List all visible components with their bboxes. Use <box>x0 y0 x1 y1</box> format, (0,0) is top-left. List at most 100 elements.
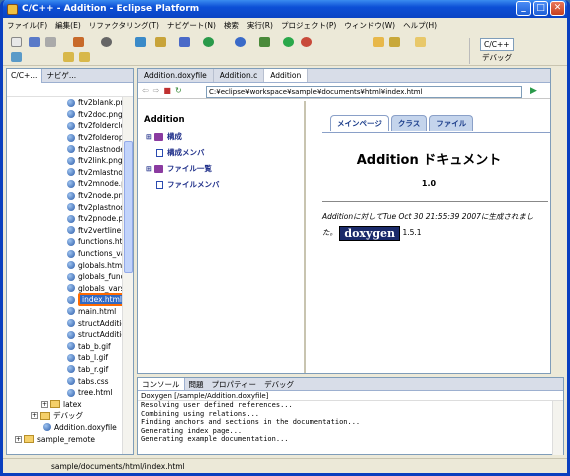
open-folder-icon[interactable] <box>373 37 384 47</box>
pencil-icon[interactable] <box>389 37 400 47</box>
tab-navigator[interactable]: ナビゲ... <box>42 69 80 83</box>
tree-item[interactable]: functions_vars.html <box>7 248 122 260</box>
print-icon[interactable] <box>45 37 56 47</box>
menu-item[interactable]: ヘルプ(H) <box>403 20 437 31</box>
tab-properties[interactable]: プロパティー <box>208 378 261 390</box>
book-icon <box>153 164 163 173</box>
tree-item[interactable]: globals_func.html <box>7 271 122 283</box>
external-tools-icon[interactable] <box>301 37 312 47</box>
tab-cpp-projects[interactable]: C/C+... <box>7 68 43 83</box>
url-field[interactable]: C:¥eclipse¥workspace¥sample¥documents¥ht… <box>206 86 522 98</box>
tree-item[interactable]: Addition.doxyfile <box>7 422 122 434</box>
tree-item[interactable]: ftv2pnode.png <box>7 213 122 225</box>
nav-item-file-members[interactable]: ファイルメンバ <box>156 179 220 190</box>
menu-item[interactable]: ファイル(F) <box>7 20 47 31</box>
tab-addition-doxyfile[interactable]: Addition.doxyfile <box>138 69 214 82</box>
build-icon[interactable] <box>73 37 84 47</box>
save-icon[interactable] <box>29 37 40 47</box>
new-header-icon[interactable] <box>179 37 190 47</box>
status-bar: sample/documents/html/index.html <box>3 458 567 473</box>
tree-item[interactable]: ftv2lastnode.png <box>7 143 122 155</box>
tree-item[interactable]: ftv2vertline.png <box>7 225 122 237</box>
file-icon <box>67 307 75 316</box>
new-source-icon[interactable] <box>155 37 166 47</box>
console-scrollbar[interactable] <box>552 401 563 455</box>
doc-tab-main[interactable]: メインページ <box>330 115 389 131</box>
close-button[interactable]: ✕ <box>550 1 565 16</box>
nav-item-file-list[interactable]: ⊞ ファイル一覧 <box>146 163 212 174</box>
tree-item[interactable]: + デバッグ <box>7 410 122 422</box>
open-file-icon[interactable] <box>415 37 426 47</box>
run-icon[interactable] <box>283 37 294 47</box>
forward-arrow-icon[interactable]: ⇨ <box>153 86 160 95</box>
menu-item[interactable]: 検索 <box>224 20 239 31</box>
tree-item[interactable]: ftv2mnode.png <box>7 178 122 190</box>
title-bar[interactable]: C/C++ - Addition - Eclipse Platform _ □ … <box>3 0 567 18</box>
back-arrow-icon[interactable]: ⇦ <box>142 86 149 95</box>
tree-item[interactable]: functions.html <box>7 236 122 248</box>
tree-item[interactable]: ftv2mlastnode.png <box>7 167 122 179</box>
tree-item[interactable]: main.html <box>7 306 122 318</box>
tree-item[interactable]: ftv2doc.png <box>7 109 122 121</box>
tree-item[interactable]: + latex <box>7 398 122 410</box>
tree-item[interactable]: tree.html <box>7 387 122 399</box>
refresh-icon[interactable] <box>203 37 214 47</box>
tree-item[interactable]: ftv2blank.png <box>7 97 122 109</box>
tab-addition-c[interactable]: Addition.c <box>214 69 265 82</box>
tree-item[interactable]: structAddition.html <box>7 317 122 329</box>
new-icon[interactable] <box>11 37 22 47</box>
tree-item[interactable]: ftv2plastnode.png <box>7 201 122 213</box>
reload-icon[interactable]: ↻ <box>175 86 182 95</box>
menu-item[interactable]: 実行(R) <box>247 20 273 31</box>
menu-item[interactable]: プロジェクト(P) <box>281 20 336 31</box>
explorer-scroll-thumb[interactable] <box>124 141 133 273</box>
expand-icon[interactable]: + <box>15 435 22 443</box>
expand-icon[interactable]: + <box>31 412 38 420</box>
tree-item[interactable]: + sample_remote <box>7 433 122 445</box>
settings-icon[interactable] <box>101 37 112 47</box>
tree-item[interactable]: ftv2folderclosed.png <box>7 120 122 132</box>
tree-item-label: ftv2mlastnode.png <box>78 167 122 177</box>
menu-item[interactable]: ナビゲート(N) <box>167 20 216 31</box>
minimize-button[interactable]: _ <box>516 1 531 16</box>
perspective-cpp[interactable]: C/C++ <box>480 38 514 51</box>
tree-item[interactable]: ftv2folderopen.png <box>7 132 122 144</box>
explorer-scrollbar[interactable] <box>122 97 133 454</box>
tree-item[interactable]: structAddition-members.html <box>7 329 122 341</box>
console-output[interactable]: Resolving user defined references... Comb… <box>138 401 563 444</box>
debug-icon[interactable] <box>259 37 270 47</box>
tab-debug[interactable]: デバッグ <box>260 378 298 390</box>
tree-item[interactable]: tab_l.gif <box>7 352 122 364</box>
menu-item[interactable]: ウィンドウ(W) <box>344 20 395 31</box>
perspective-debug[interactable]: デバッグ <box>482 52 512 63</box>
tree-item[interactable]: ftv2node.png <box>7 190 122 202</box>
tree-item[interactable]: globals.html <box>7 259 122 271</box>
stop-icon[interactable]: ■ <box>163 86 171 95</box>
tree-item[interactable]: ftv2link.png <box>7 155 122 167</box>
back-icon[interactable] <box>63 52 74 62</box>
tree-item[interactable]: tab_r.gif <box>7 364 122 376</box>
search-icon[interactable] <box>235 37 246 47</box>
maximize-button[interactable]: □ <box>533 1 548 16</box>
expand-icon[interactable]: + <box>41 400 48 408</box>
doc-tab-classes[interactable]: クラス <box>390 115 428 131</box>
forward-icon[interactable] <box>79 52 90 62</box>
tree-item[interactable]: tab_b.gif <box>7 340 122 352</box>
new-class-icon[interactable] <box>135 37 146 47</box>
doxygen-logo[interactable]: doxygen <box>339 225 401 241</box>
menu-item[interactable]: リファクタリング(T) <box>89 20 159 31</box>
doc-version: 1.0 <box>421 179 437 188</box>
tab-console[interactable]: コンソール <box>138 378 185 390</box>
tab-problems[interactable]: 問題 <box>185 378 208 390</box>
tree-item[interactable]: tabs.css <box>7 375 122 387</box>
tree-item[interactable]: index.html <box>7 293 122 307</box>
annotation-next-icon[interactable] <box>11 52 22 62</box>
doc-tab-files[interactable]: ファイル <box>429 115 474 131</box>
nav-item-structures[interactable]: ⊞ 構成 <box>146 131 182 142</box>
tab-addition-browser[interactable]: Addition <box>264 69 309 82</box>
go-icon[interactable]: ▶ <box>530 86 537 96</box>
tree-item-label: ftv2node.png <box>78 191 122 201</box>
tree-item[interactable]: globals_vars.html <box>7 283 122 295</box>
nav-item-structure-members[interactable]: 構成メンバ <box>156 147 205 158</box>
menu-item[interactable]: 編集(E) <box>55 20 81 31</box>
